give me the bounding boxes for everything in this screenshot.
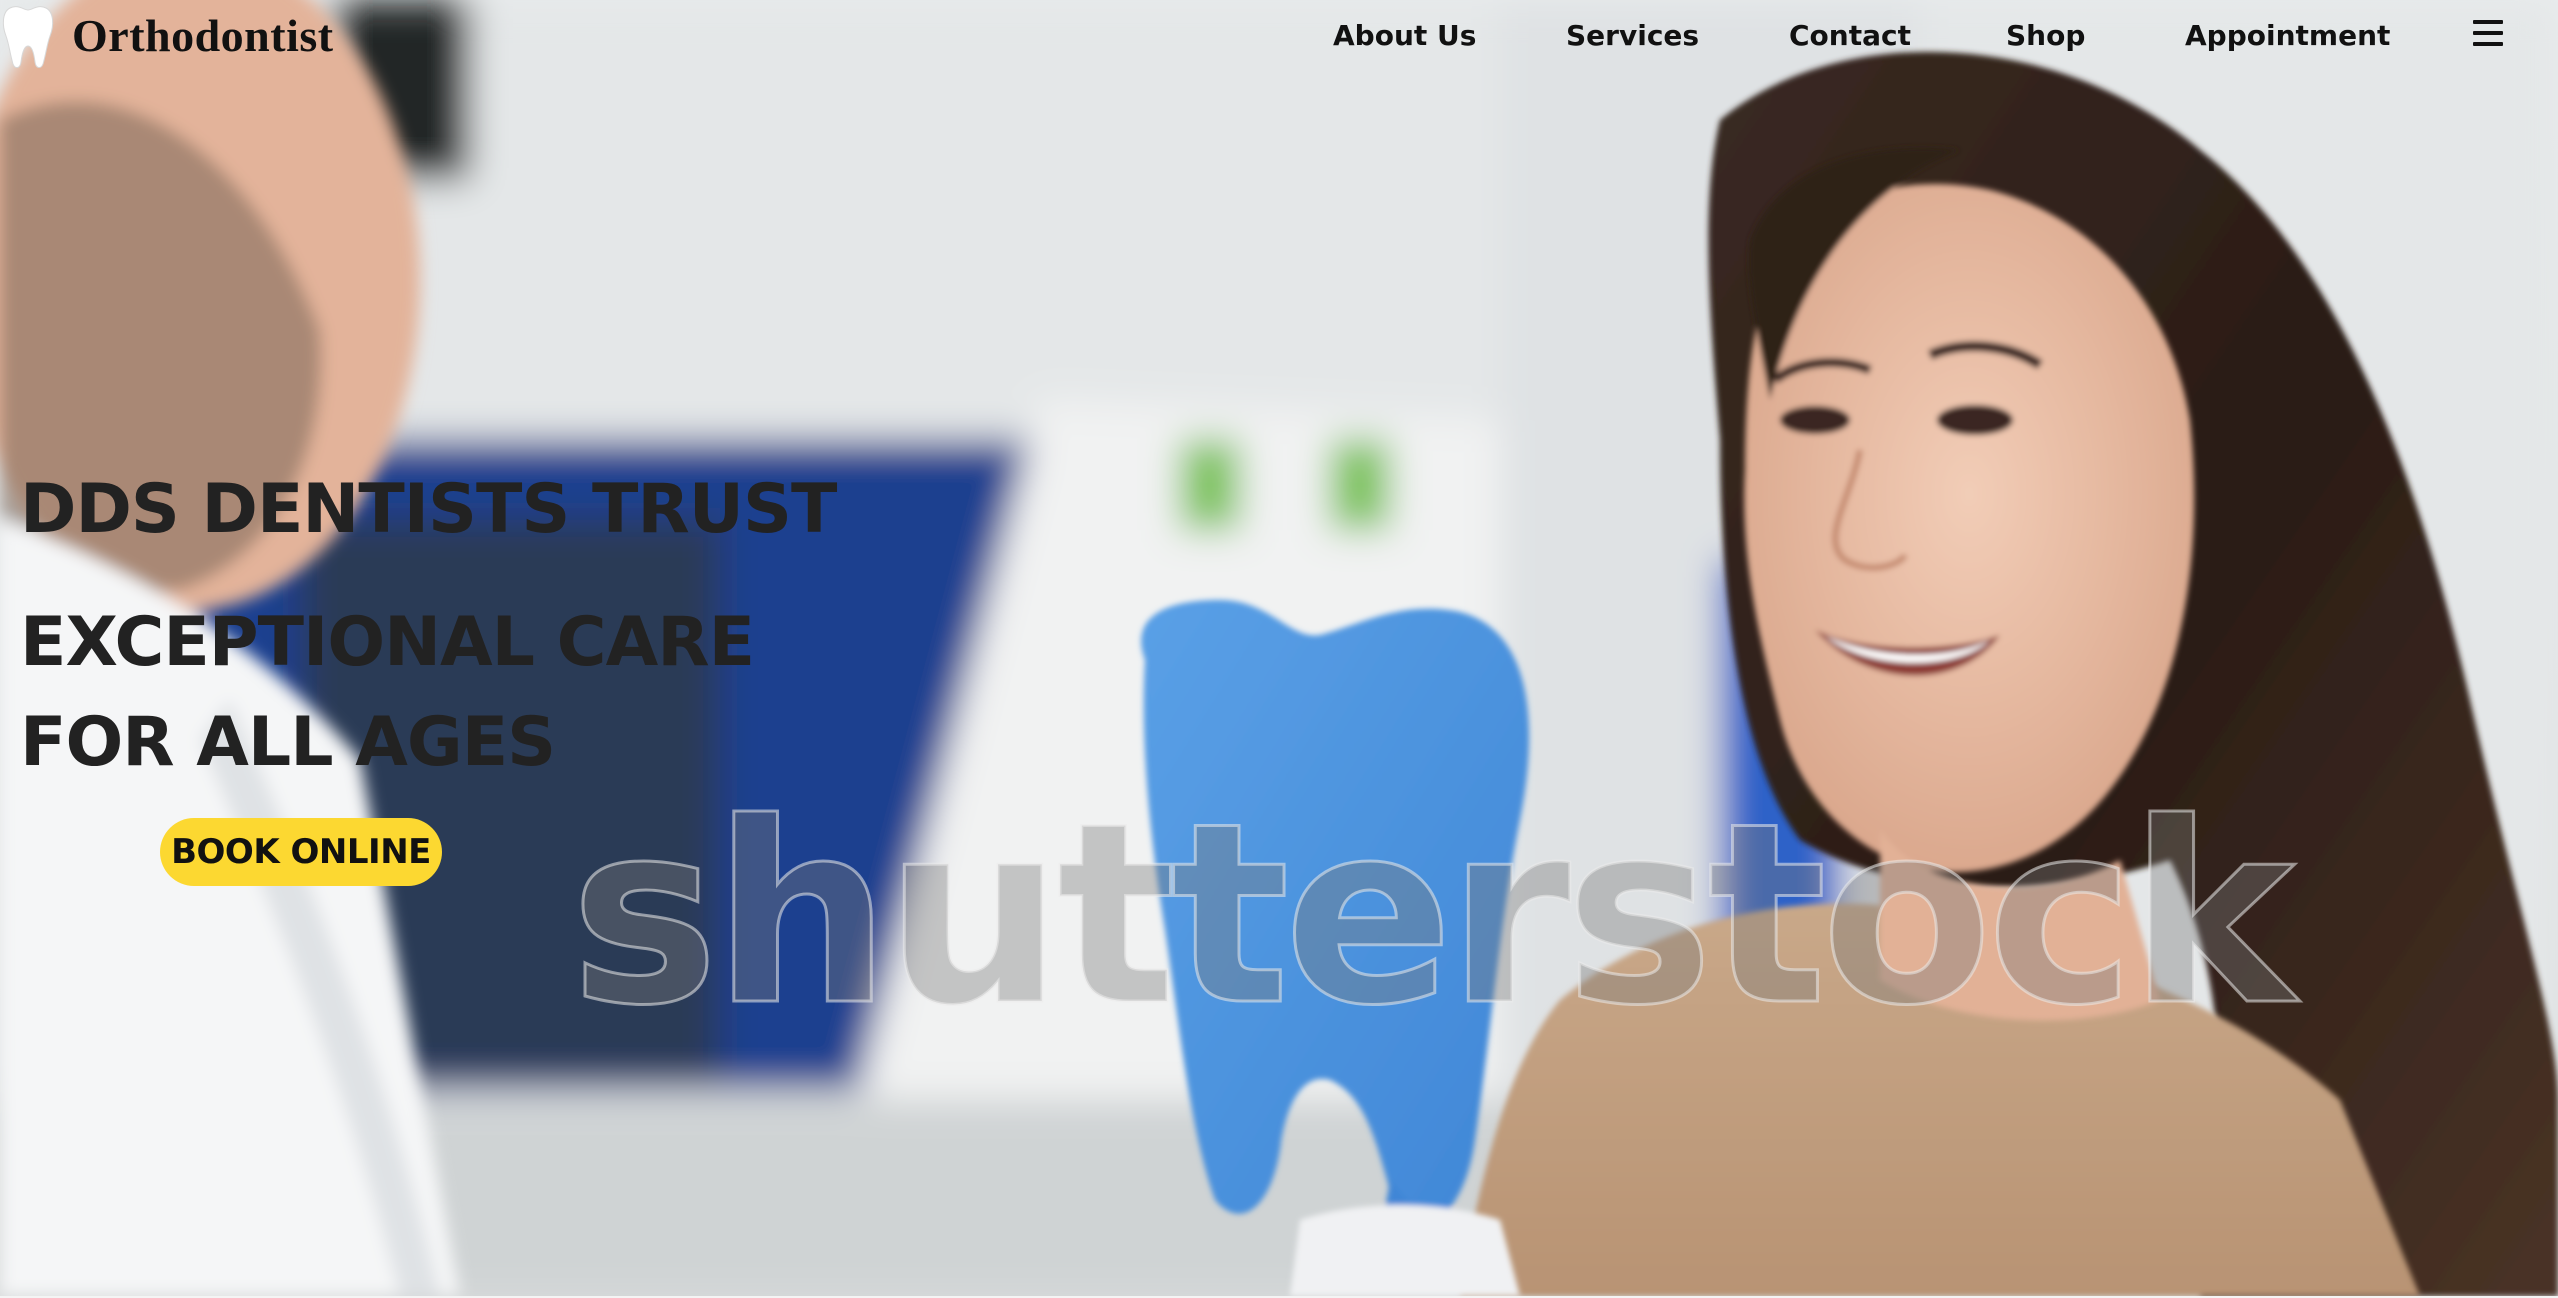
nav-contact[interactable]: Contact (1789, 14, 1911, 58)
watermark-text: shutterstock (568, 769, 2296, 1060)
nav-shop[interactable]: Shop (2006, 14, 2085, 58)
hero-headline-line2: FOR ALL AGES (20, 702, 556, 782)
main-nav: About Us Services Contact Shop Appointme… (0, 14, 2558, 58)
nav-services[interactable]: Services (1566, 14, 1699, 58)
site-header: Orthodontist About Us Services Contact S… (0, 0, 2558, 72)
hero-tagline: DDS DENTISTS TRUST (20, 470, 837, 550)
book-online-button[interactable]: BOOK ONLINE (160, 818, 442, 886)
nav-appointment[interactable]: Appointment (2185, 14, 2390, 58)
hero-headline-line1: EXCEPTIONAL CARE (20, 602, 755, 682)
nav-about-us[interactable]: About Us (1333, 14, 1476, 58)
hamburger-menu-icon[interactable] (2473, 20, 2503, 46)
